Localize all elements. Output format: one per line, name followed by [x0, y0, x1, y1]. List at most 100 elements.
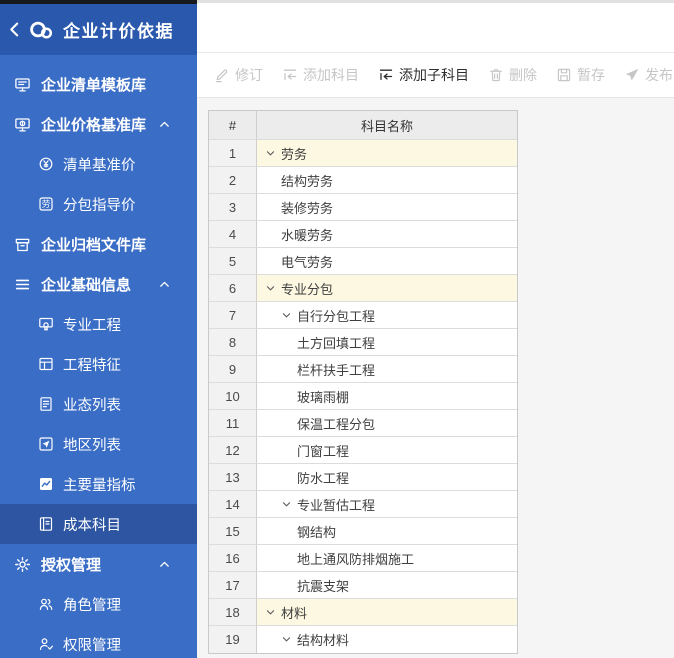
- sidebar-item-subcontract-guide-price[interactable]: 劳分包指导价: [0, 184, 197, 224]
- sidebar-item-professional-project[interactable]: 专业工程: [0, 304, 197, 344]
- table-row[interactable]: 15钢结构: [209, 518, 517, 545]
- row-number: 19: [209, 626, 257, 653]
- sidebar-item-label: 角色管理: [63, 594, 121, 615]
- subject-name-cell[interactable]: 专业分包: [257, 275, 517, 302]
- sidebar-item-label: 工程特征: [63, 354, 121, 375]
- chevron-up-icon[interactable]: [158, 278, 171, 291]
- labor-tag-icon: 劳: [38, 196, 54, 212]
- chevron-up-icon[interactable]: [158, 558, 171, 571]
- sidebar-item-template-library[interactable]: 企业清单模板库: [0, 64, 197, 104]
- table-row[interactable]: 16地上通风防排烟施工: [209, 545, 517, 572]
- subject-name-label: 专业暂估工程: [297, 495, 375, 514]
- subject-name-cell[interactable]: 装修劳务: [257, 194, 517, 221]
- table-row[interactable]: 3装修劳务: [209, 194, 517, 221]
- add-subject-button[interactable]: 添加科目: [282, 65, 359, 85]
- subject-name-cell[interactable]: 栏杆扶手工程: [257, 356, 517, 383]
- subject-name-label: 防水工程: [297, 468, 349, 487]
- table-row[interactable]: 11保温工程分包: [209, 410, 517, 437]
- row-number: 9: [209, 356, 257, 383]
- users-icon: [38, 596, 54, 612]
- save-icon: [556, 67, 572, 83]
- subject-name-cell[interactable]: 地上通风防排烟施工: [257, 545, 517, 572]
- sidebar-item-authorization[interactable]: 授权管理: [0, 544, 197, 584]
- chevron-down-icon[interactable]: [281, 634, 292, 645]
- subject-name-cell[interactable]: 电气劳务: [257, 248, 517, 275]
- sidebar-item-project-feature[interactable]: 工程特征: [0, 344, 197, 384]
- subject-tree-table: # 科目名称 1劳务2结构劳务3装修劳务4水暖劳务5电气劳务6专业分包7自行分包…: [208, 110, 518, 654]
- table-row[interactable]: 8土方回填工程: [209, 329, 517, 356]
- table-row[interactable]: 9栏杆扶手工程: [209, 356, 517, 383]
- chevron-down-icon[interactable]: [265, 607, 276, 618]
- layout-icon: [38, 356, 54, 372]
- subject-name-cell[interactable]: 钢结构: [257, 518, 517, 545]
- subject-name-cell[interactable]: 材料: [257, 599, 517, 626]
- sidebar-item-list-base-price[interactable]: 清单基准价: [0, 144, 197, 184]
- subject-name-cell[interactable]: 抗震支架: [257, 572, 517, 599]
- chevron-up-icon[interactable]: [158, 118, 171, 131]
- subject-name-cell[interactable]: 结构劳务: [257, 167, 517, 194]
- sidebar-item-price-base-library[interactable]: 企业价格基准库: [0, 104, 197, 144]
- sidebar-item-key-indicators[interactable]: 主要量指标: [0, 464, 197, 504]
- delete-button[interactable]: 删除: [488, 65, 537, 85]
- revise-button[interactable]: 修订: [214, 65, 263, 85]
- subject-name-cell[interactable]: 水暖劳务: [257, 221, 517, 248]
- subject-name-cell[interactable]: 玻璃雨棚: [257, 383, 517, 410]
- sidebar-item-region-list[interactable]: 地区列表: [0, 424, 197, 464]
- subject-name-label: 材料: [281, 603, 307, 622]
- chevron-down-icon[interactable]: [265, 283, 276, 294]
- sidebar-item-label: 地区列表: [63, 434, 121, 455]
- subject-name-cell[interactable]: 保温工程分包: [257, 410, 517, 437]
- table-row[interactable]: 4水暖劳务: [209, 221, 517, 248]
- add-sub-subject-button[interactable]: 添加子科目: [378, 65, 469, 85]
- subject-name-label: 结构材料: [297, 630, 349, 649]
- column-header-subject-name: 科目名称: [257, 111, 517, 140]
- sidebar-item-role-management[interactable]: 角色管理: [0, 584, 197, 624]
- table-row[interactable]: 6专业分包: [209, 275, 517, 302]
- row-number: 18: [209, 599, 257, 626]
- chevron-down-icon[interactable]: [265, 148, 276, 159]
- table-row[interactable]: 10 玻璃雨棚: [209, 383, 517, 410]
- sidebar-item-permission-management[interactable]: 权限管理: [0, 624, 197, 658]
- row-number: 12: [209, 437, 257, 464]
- table-row[interactable]: 1劳务: [209, 140, 517, 167]
- toolbar-button-label: 添加科目: [303, 65, 359, 85]
- table-row[interactable]: 14专业暂估工程: [209, 491, 517, 518]
- subject-name-cell[interactable]: 专业暂估工程: [257, 491, 517, 518]
- subject-name-cell[interactable]: 土方回填工程: [257, 329, 517, 356]
- subject-name-cell[interactable]: 结构材料: [257, 626, 517, 653]
- stash-button[interactable]: 暂存: [556, 65, 605, 85]
- sidebar-item-label: 清单基准价: [63, 154, 136, 175]
- subject-name-cell[interactable]: 防水工程: [257, 464, 517, 491]
- sidebar-nav: 企业清单模板库企业价格基准库清单基准价劳分包指导价企业归档文件库企业基础信息专业…: [0, 55, 197, 658]
- back-chevron-icon[interactable]: [6, 21, 23, 38]
- row-number: 7: [209, 302, 257, 329]
- subject-name-cell[interactable]: 劳务: [257, 140, 517, 167]
- table-row[interactable]: 13防水工程: [209, 464, 517, 491]
- sidebar-item-cost-subject[interactable]: 成本科目: [0, 504, 197, 544]
- table-row[interactable]: 2结构劳务: [209, 167, 517, 194]
- row-number: 6: [209, 275, 257, 302]
- archive-icon: [14, 236, 31, 253]
- table-row[interactable]: 18 材料: [209, 599, 517, 626]
- sidebar-item-archive-library[interactable]: 企业归档文件库: [0, 224, 197, 264]
- toolbar-blank-space: [197, 3, 674, 52]
- row-number: 17: [209, 572, 257, 599]
- table-row[interactable]: 5电气劳务: [209, 248, 517, 275]
- ledger-icon: [38, 516, 54, 532]
- subject-name-cell[interactable]: 自行分包工程: [257, 302, 517, 329]
- sidebar-item-basic-info[interactable]: 企业基础信息: [0, 264, 197, 304]
- table-row[interactable]: 17抗震支架: [209, 572, 517, 599]
- monitor-badge-icon: [38, 316, 54, 332]
- row-number: 10: [209, 383, 257, 410]
- table-row[interactable]: 19 结构材料: [209, 626, 517, 653]
- publish-button[interactable]: 发布: [624, 65, 673, 85]
- sidebar-item-business-list[interactable]: 业态列表: [0, 384, 197, 424]
- table-row[interactable]: 7自行分包工程: [209, 302, 517, 329]
- sidebar-item-label: 企业基础信息: [41, 274, 131, 295]
- doc-lines-icon: [38, 396, 54, 412]
- chevron-down-icon[interactable]: [281, 499, 292, 510]
- subject-name-label: 玻璃雨棚: [297, 387, 349, 406]
- subject-name-cell[interactable]: 门窗工程: [257, 437, 517, 464]
- chevron-down-icon[interactable]: [281, 310, 292, 321]
- table-row[interactable]: 12门窗工程: [209, 437, 517, 464]
